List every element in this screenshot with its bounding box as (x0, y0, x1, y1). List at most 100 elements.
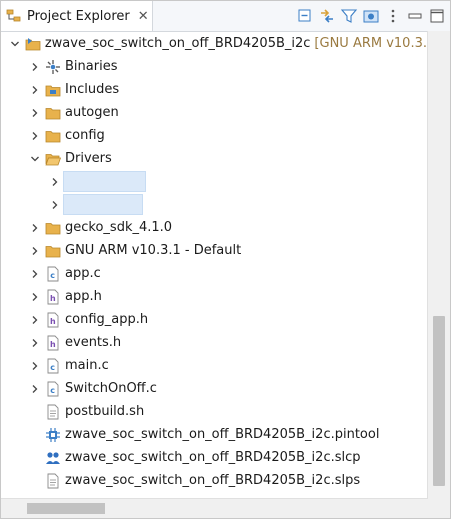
expanded-chevron-icon[interactable] (29, 153, 41, 165)
c-file-icon: c (45, 358, 61, 374)
tree-row-events-h[interactable]: h events.h (1, 331, 427, 354)
tree-row-switchonoff-c[interactable]: c SwitchOnOff.c (1, 377, 427, 400)
tree-row-binaries[interactable]: Binaries (1, 55, 427, 78)
link-with-editor-icon[interactable] (318, 7, 336, 25)
svg-text:h: h (50, 317, 56, 326)
includes-icon (45, 82, 61, 98)
tree-item-label: app.h (65, 289, 102, 304)
svg-text:h: h (50, 294, 56, 303)
collapsed-chevron-icon[interactable] (29, 291, 41, 303)
tree-row-app-c[interactable]: c app.c (1, 262, 427, 285)
tree-row-app-h[interactable]: h app.h (1, 285, 427, 308)
scrollbar-corner (428, 499, 450, 518)
tree-item-label: zwave_soc_switch_on_off_BRD4205B_i2c.pin… (65, 427, 380, 442)
tree-row-gecko-sdk-4-1-0[interactable]: gecko_sdk_4.1.0 (1, 216, 427, 239)
expanded-chevron-icon[interactable] (9, 38, 21, 50)
collapsed-chevron-icon[interactable] (29, 222, 41, 234)
slcp-icon (45, 450, 61, 466)
collapsed-chevron-icon[interactable] (49, 176, 61, 188)
tree-row-zwave-soc-switch-on-off-brd4205b-i2c-slps[interactable]: zwave_soc_switch_on_off_BRD4205B_i2c.slp… (1, 469, 427, 492)
tab-project-explorer[interactable]: Project Explorer ✕ (1, 1, 153, 31)
tree-item-label: main.c (65, 358, 109, 373)
project-toolchain-decoration: [GNU ARM v10.3. (314, 36, 427, 51)
collapsed-chevron-icon[interactable] (29, 268, 41, 280)
c-file-icon: c (45, 266, 61, 282)
svg-text:c: c (50, 363, 55, 372)
tree-row-project[interactable]: zwave_soc_switch_on_off_BRD4205B_i2c [GN… (1, 32, 427, 55)
selection-highlight (63, 171, 146, 192)
project-explorer-view: Project Explorer ✕ zwave_soc_switch_on_o… (0, 0, 451, 519)
tree-row-zwave-soc-switch-on-off-brd4205b-i2c-pintool[interactable]: zwave_soc_switch_on_off_BRD4205B_i2c.pin… (1, 423, 427, 446)
folder-icon (45, 220, 61, 236)
tree-item-label: zwave_soc_switch_on_off_BRD4205B_i2c.slp… (65, 473, 361, 488)
collapsed-chevron-icon[interactable] (49, 199, 61, 211)
filter-icon[interactable] (340, 7, 358, 25)
collapsed-chevron-icon[interactable] (29, 314, 41, 326)
focus-on-active-task-icon[interactable] (362, 7, 380, 25)
tree-row-gnu-arm-v10-3-1-default[interactable]: GNU ARM v10.3.1 - Default (1, 239, 427, 262)
collapsed-chevron-icon[interactable] (29, 61, 41, 73)
svg-text:c: c (50, 271, 55, 280)
tree-row-drivers[interactable]: Drivers (1, 147, 427, 170)
project-explorer-icon (6, 8, 22, 24)
folder-open-icon (45, 151, 61, 167)
collapsed-chevron-icon[interactable] (29, 107, 41, 119)
tree-item-label: app.c (65, 266, 101, 281)
tree-item-label: SwitchOnOff.c (65, 381, 157, 396)
project-icon (25, 36, 41, 52)
tree-item-label: zwave_soc_switch_on_off_BRD4205B_i2c.slc… (65, 450, 361, 465)
tree-item-label: Drivers (65, 151, 112, 166)
vertical-scrollbar-thumb[interactable] (433, 316, 445, 486)
tree-item-label: config (65, 128, 105, 143)
c-file-icon: c (45, 381, 61, 397)
tree-row-zwave-soc-switch-on-off-brd4205b-i2c-slcp[interactable]: zwave_soc_switch_on_off_BRD4205B_i2c.slc… (1, 446, 427, 469)
collapsed-chevron-icon[interactable] (29, 84, 41, 96)
tree-row-config[interactable]: config (1, 124, 427, 147)
text-file-icon (45, 404, 61, 420)
tree-row-postbuild-sh[interactable]: postbuild.sh (1, 400, 427, 423)
view-toolbar (296, 7, 446, 25)
close-icon[interactable]: ✕ (138, 9, 149, 24)
vertical-scrollbar[interactable] (427, 31, 450, 499)
tree-row-main-c[interactable]: c main.c (1, 354, 427, 377)
collapsed-chevron-icon[interactable] (29, 337, 41, 349)
tree-item-label: gecko_sdk_4.1.0 (65, 220, 173, 235)
pintool-icon (45, 427, 61, 443)
horizontal-scrollbar[interactable] (1, 498, 428, 518)
tree-item-label: Includes (65, 82, 120, 97)
horizontal-scrollbar-thumb[interactable] (27, 503, 105, 514)
h-file-icon: h (45, 312, 61, 328)
tree-row-config-app-h[interactable]: h config_app.h (1, 308, 427, 331)
maximize-icon[interactable] (428, 7, 446, 25)
collapsed-chevron-icon[interactable] (29, 130, 41, 142)
text-file-icon (45, 473, 61, 489)
tree-row-autogen[interactable]: autogen (1, 101, 427, 124)
project-tree: zwave_soc_switch_on_off_BRD4205B_i2c [GN… (1, 31, 427, 499)
folder-icon (45, 105, 61, 121)
collapsed-chevron-icon[interactable] (29, 383, 41, 395)
tree-row-si7013-c[interactable]: csi7013.c (1, 193, 427, 216)
svg-text:h: h (50, 340, 56, 349)
project-name: zwave_soc_switch_on_off_BRD4205B_i2c (44, 36, 311, 51)
collapse-all-icon[interactable] (296, 7, 314, 25)
svg-text:c: c (50, 386, 55, 395)
binaries-icon (45, 59, 61, 75)
tree-row-i2cspm-c[interactable]: ci2cspm.c (1, 170, 427, 193)
collapsed-chevron-icon[interactable] (29, 360, 41, 372)
collapsed-chevron-icon[interactable] (29, 245, 41, 257)
tree-item-label: GNU ARM v10.3.1 - Default (65, 243, 242, 258)
tree-item-label: Binaries (65, 59, 118, 74)
tree-item-label: postbuild.sh (65, 404, 145, 419)
tree-item-label: config_app.h (65, 312, 149, 327)
tree-row-includes[interactable]: Includes (1, 78, 427, 101)
folder-icon (45, 128, 61, 144)
tab-title: Project Explorer (27, 8, 130, 24)
tree-item-label: autogen (65, 105, 119, 120)
tree-item-label: events.h (65, 335, 122, 350)
view-menu-icon[interactable] (384, 7, 402, 25)
minimize-icon[interactable] (406, 7, 424, 25)
